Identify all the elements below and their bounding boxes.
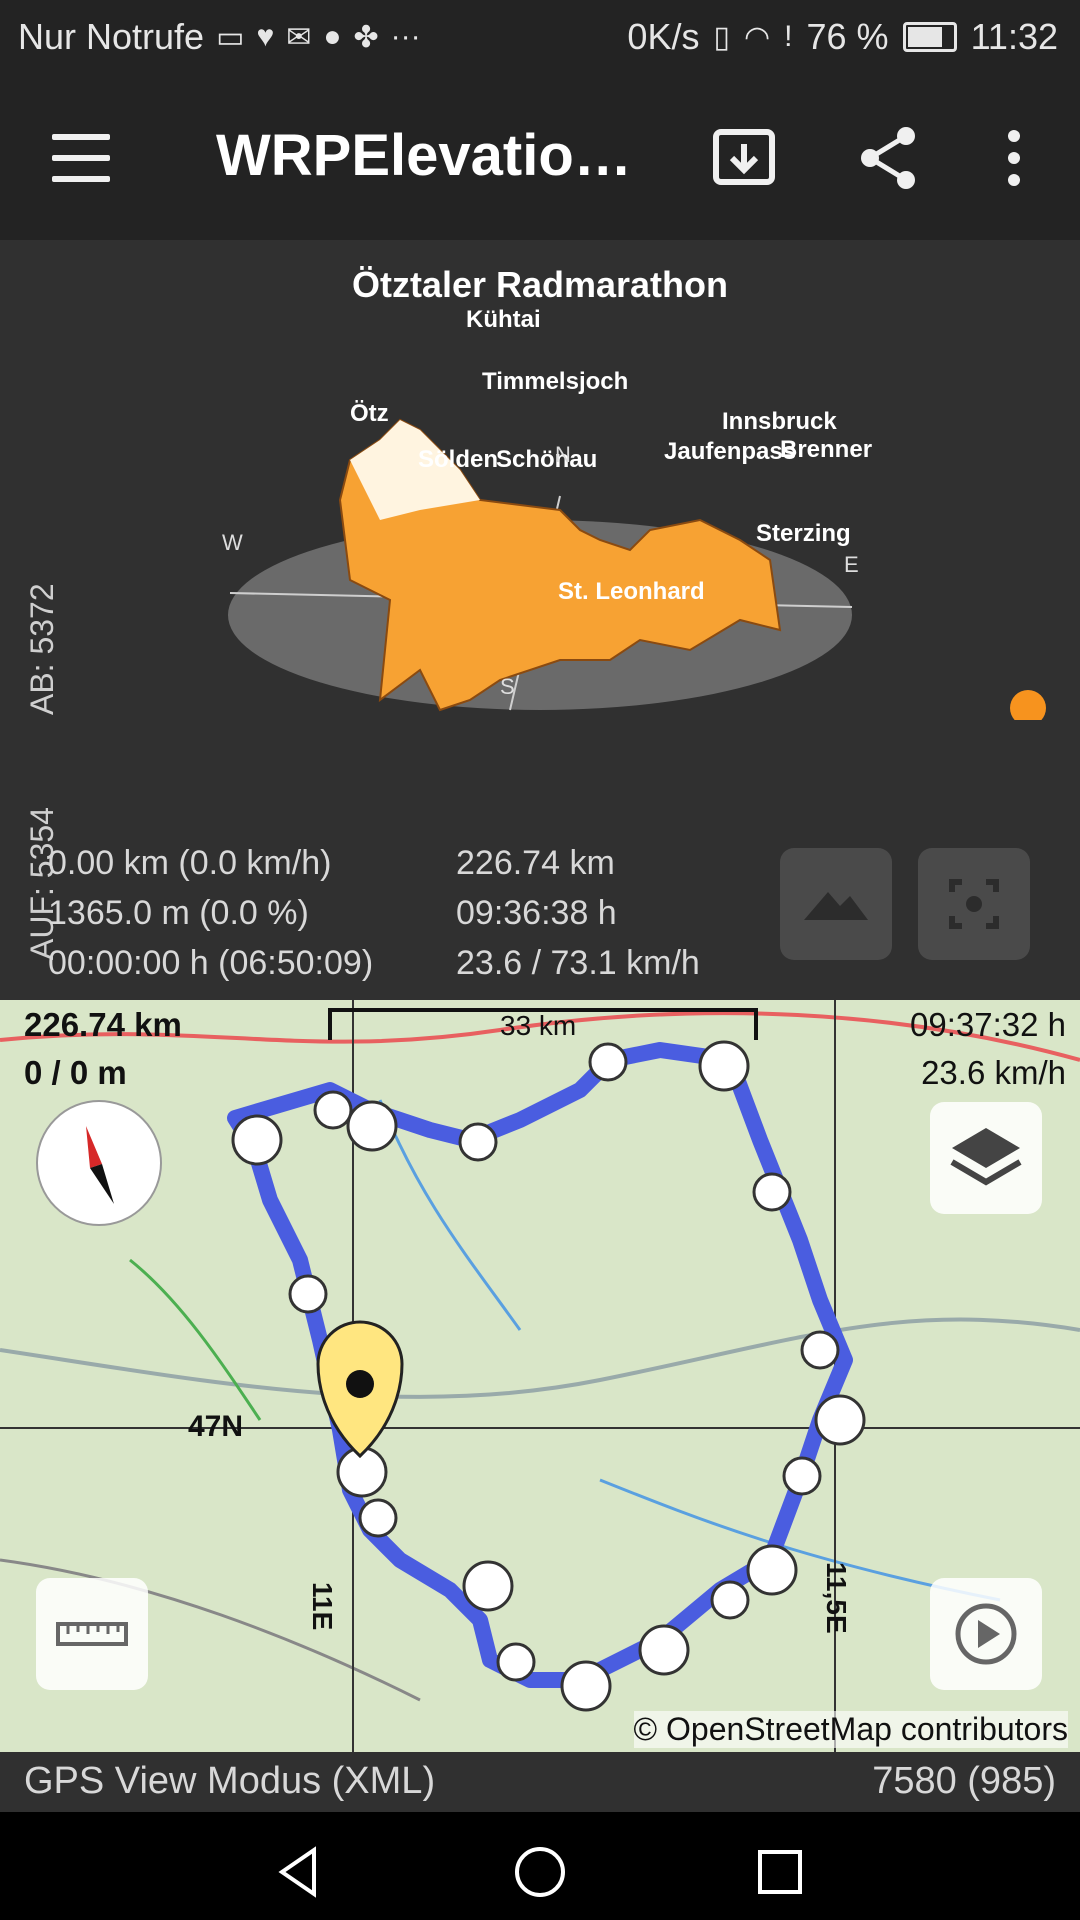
route-marker-L bbox=[814, 1394, 866, 1446]
fit-view-button[interactable] bbox=[918, 848, 1030, 960]
longitude-label: 11,5E bbox=[821, 1562, 852, 1634]
route-marker-arrow bbox=[358, 1498, 398, 1538]
compass-south: S bbox=[500, 674, 515, 699]
ruler-button[interactable] bbox=[36, 1578, 148, 1690]
navigation-bar bbox=[0, 1812, 1080, 1920]
monitor-icon: ▭ bbox=[216, 20, 245, 54]
map-speed: 23.6 km/h bbox=[921, 1054, 1066, 1091]
stat-total-time: 09:36:38 h bbox=[456, 894, 617, 932]
alert-icon: ! bbox=[784, 20, 793, 53]
bottom-status-bar: GPS View Modus (XML) 7580 (985) bbox=[0, 1752, 1080, 1812]
compass-west: W bbox=[222, 530, 243, 555]
route-marker-arrow bbox=[588, 1042, 628, 1082]
place-label: St. Leonhard bbox=[558, 578, 705, 605]
recents-icon[interactable] bbox=[750, 1842, 810, 1902]
compass-east: E bbox=[844, 552, 859, 577]
app-bar: WRPElevation... bbox=[0, 76, 1080, 240]
app-title: WRPElevation... bbox=[216, 123, 636, 188]
place-label: Sölden bbox=[418, 446, 499, 473]
place-label: Jaufenpass bbox=[664, 438, 797, 465]
place-label: Schönau bbox=[496, 446, 598, 473]
vibrate-icon: ▯ bbox=[713, 20, 730, 54]
map-distance: 226.74 km bbox=[24, 1006, 182, 1043]
wifi-icon: ◠ bbox=[743, 20, 771, 54]
mail-icon: ✉ bbox=[286, 20, 312, 54]
focus-frame-icon bbox=[949, 879, 999, 929]
route-marker-L bbox=[231, 1114, 283, 1166]
route-marker-L bbox=[462, 1560, 514, 1612]
heart-icon: ♥ bbox=[256, 20, 275, 53]
share-icon[interactable] bbox=[852, 122, 924, 194]
place-label: Ötz bbox=[350, 400, 389, 427]
route-marker-arrow bbox=[782, 1456, 822, 1496]
latitude-label: 47N bbox=[188, 1410, 244, 1443]
stat-time: 00:00:00 h (06:50:09) bbox=[48, 944, 374, 982]
mountain-icon bbox=[804, 892, 868, 920]
stat-distance-speed: 0.00 km (0.0 km/h) bbox=[48, 844, 332, 882]
map-view[interactable]: 33 km 226.74 km 0 / 0 m 09:37:32 h 23.6 … bbox=[0, 1000, 1080, 1752]
map-elevation: 0 / 0 m bbox=[24, 1054, 127, 1091]
compass-needle-icon bbox=[86, 1126, 114, 1204]
play-icon bbox=[955, 1603, 1017, 1665]
longitude-label: 11E bbox=[307, 1582, 338, 1631]
terrain-view-button[interactable] bbox=[780, 848, 892, 960]
route-marker-arrow bbox=[288, 1274, 328, 1314]
route-marker-arrow bbox=[313, 1090, 353, 1130]
menu-icon[interactable] bbox=[52, 130, 110, 186]
place-label: Timmelsjoch bbox=[482, 368, 629, 395]
stat-total-distance: 226.74 km bbox=[456, 844, 615, 882]
battery-percent: 76 % bbox=[806, 16, 889, 57]
more-notifications-icon: ··· bbox=[390, 20, 421, 53]
route-marker-L bbox=[746, 1544, 798, 1596]
map-time: 09:37:32 h bbox=[910, 1006, 1066, 1043]
place-label: Kühtai bbox=[466, 306, 541, 333]
layers-button[interactable] bbox=[930, 1102, 1042, 1214]
route-marker-arrow bbox=[752, 1172, 792, 1212]
more-options-icon[interactable] bbox=[978, 122, 1050, 194]
route-marker-L bbox=[698, 1040, 750, 1092]
route-marker-arrow bbox=[496, 1642, 536, 1682]
route-marker-L bbox=[346, 1100, 398, 1152]
home-icon[interactable] bbox=[510, 1842, 570, 1902]
battery-icon bbox=[902, 22, 957, 52]
back-icon[interactable] bbox=[270, 1842, 330, 1902]
route-marker-L bbox=[560, 1660, 612, 1712]
layers-icon bbox=[950, 1128, 1022, 1186]
compass-north: N bbox=[555, 442, 571, 467]
route-marker-arrow bbox=[458, 1122, 498, 1162]
ruler-icon bbox=[56, 1622, 128, 1646]
route-marker-arrow bbox=[710, 1580, 750, 1620]
play-button[interactable] bbox=[930, 1578, 1042, 1690]
view-mode: GPS View Modus (XML) bbox=[24, 1760, 436, 1802]
auf-label: AUF: 5354 bbox=[24, 807, 60, 960]
person-icon: ● bbox=[323, 20, 342, 53]
download-icon[interactable] bbox=[708, 122, 780, 194]
map-attribution[interactable]: © OpenStreetMap contributors bbox=[633, 1711, 1068, 1748]
position-dot bbox=[1010, 690, 1046, 720]
place-label: Brenner bbox=[780, 436, 873, 463]
status-bar: Nur Notrufe ▭ ♥ ✉ ● ✤ ··· 0K/s ▯ ◠ ! 76 … bbox=[0, 0, 1080, 76]
carrier-label: Nur Notrufe bbox=[18, 16, 205, 57]
route-marker-arrow bbox=[800, 1330, 840, 1370]
place-label: Innsbruck bbox=[722, 408, 837, 435]
point-count: 7580 (985) bbox=[872, 1760, 1056, 1802]
3d-elevation-view bbox=[228, 418, 1046, 720]
stat-elevation-grade: 1365.0 m (0.0 %) bbox=[48, 894, 309, 932]
place-label: Sterzing bbox=[756, 520, 851, 547]
compass-button[interactable] bbox=[36, 1100, 162, 1226]
fan-icon: ✤ bbox=[353, 20, 379, 54]
clock: 11:32 bbox=[970, 16, 1058, 57]
stat-avg-max-speed: 23.6 / 73.1 km/h bbox=[456, 944, 700, 982]
network-speed: 0K/s bbox=[627, 16, 700, 57]
scale-label: 33 km bbox=[500, 1010, 577, 1041]
route-marker-L bbox=[638, 1624, 690, 1676]
elevation-profile[interactable]: Ötztaler Radmarathon AB: 5372 AUF: 5354 … bbox=[0, 240, 1080, 1000]
